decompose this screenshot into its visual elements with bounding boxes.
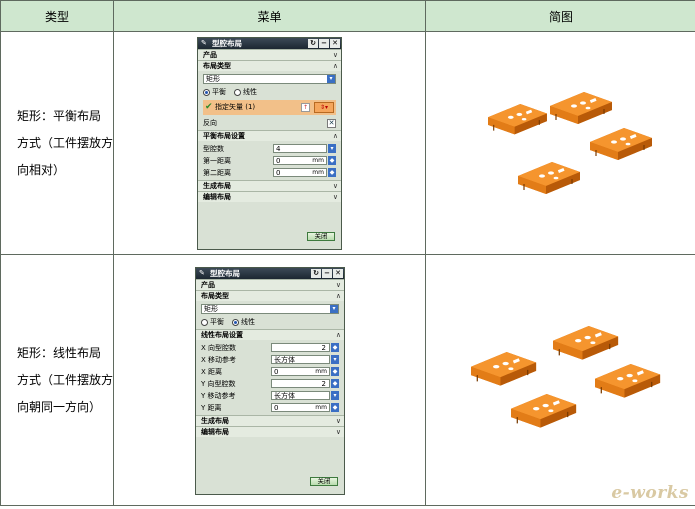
x-move-reference-select[interactable]: 长方体 xyxy=(271,355,330,364)
field-y-distance: Y 距离 0 mm ◆ xyxy=(201,403,339,412)
cavity-layout-dialog-linear: ✎ 型腔布局 ↻ − ✕ 产品 ∨ 布局类型 ∧ 矩形 ▾ 平衡 线性 线性布局设置 ∧… xyxy=(195,267,345,495)
dropdown-arrow-icon[interactable]: ▾ xyxy=(328,144,336,153)
x-distance-input[interactable]: 0 mm xyxy=(271,367,330,376)
dropdown-arrow-icon[interactable]: ▾ xyxy=(331,355,339,364)
field-cavity-count: 型腔数 4 ▾ xyxy=(203,143,336,154)
section-product[interactable]: 产品 ∨ xyxy=(196,279,344,290)
chevron-up-icon: ∧ xyxy=(332,132,338,140)
type-line: 向相对） xyxy=(17,162,66,177)
section-balanced-settings[interactable]: 平衡布局设置 ∧ xyxy=(198,130,341,141)
vector-dropdown-icon[interactable]: ⇕▾ xyxy=(314,102,334,113)
balanced-layout-picture xyxy=(476,84,655,204)
vector-dialog-icon[interactable]: ↑ xyxy=(301,103,310,112)
chevron-up-icon: ∧ xyxy=(332,62,338,70)
radio-balanced-label: 平衡 xyxy=(212,88,226,96)
layout-type-select[interactable]: 矩形 ▾ xyxy=(203,74,336,84)
reverse-label: 反向 xyxy=(203,119,217,127)
radio-linear-label: 线性 xyxy=(243,88,257,96)
y-cavity-count-input[interactable]: 2 xyxy=(271,379,330,388)
section-product[interactable]: 产品 ∨ xyxy=(198,49,341,60)
section-linear-settings[interactable]: 线性布局设置 ∧ xyxy=(196,329,344,340)
dialog-titlebar: ✎ 型腔布局 ↻ − ✕ xyxy=(196,268,344,279)
type-cell-balanced: 矩形：平衡布局 方式（工件摆放方 向相对） xyxy=(0,31,114,255)
close-icon[interactable]: ✕ xyxy=(330,39,340,48)
dialog-title: 型腔布局 xyxy=(210,269,240,278)
x-cavity-count-input[interactable]: 2 xyxy=(271,343,330,352)
radio-balanced-label: 平衡 xyxy=(210,318,224,326)
tool-icon: ✎ xyxy=(199,269,205,277)
dialog-titlebar: ✎ 型腔布局 ↻ − ✕ xyxy=(198,38,341,49)
dropdown-arrow-icon: ▾ xyxy=(330,305,338,313)
header-diagram: 简图 xyxy=(425,0,695,32)
linear-layout-parts xyxy=(470,325,661,429)
close-icon[interactable]: ✕ xyxy=(333,269,343,278)
section-generate-layout[interactable]: 生成布局 ∨ xyxy=(196,415,344,426)
dropdown-arrow-icon: ▾ xyxy=(327,75,335,83)
reset-icon[interactable]: ↻ xyxy=(308,39,318,48)
cavity-count-select[interactable]: 4 xyxy=(273,144,327,153)
radio-linear-label: 线性 xyxy=(241,318,255,326)
y-distance-input[interactable]: 0 mm xyxy=(271,403,330,412)
section-layout-type[interactable]: 布局类型 ∧ xyxy=(196,290,344,301)
spin-icon[interactable]: ◆ xyxy=(331,367,339,376)
balanced-layout-parts xyxy=(487,91,653,195)
minimize-icon[interactable]: − xyxy=(319,39,329,48)
header-menu: 菜单 xyxy=(113,0,426,32)
reset-icon[interactable]: ↻ xyxy=(311,269,321,278)
field-y-cavity-count: Y 向型腔数 2 ◆ xyxy=(201,379,339,388)
spin-icon[interactable]: ◆ xyxy=(331,343,339,352)
chevron-up-icon: ∧ xyxy=(335,292,341,300)
watermark-logo: e-works xyxy=(611,483,689,503)
section-edit-layout[interactable]: 编辑布局 ∨ xyxy=(198,191,341,202)
reverse-direction-icon[interactable]: ✕ xyxy=(327,118,336,128)
field-x-move-reference: X 移动参考 长方体 ▾ xyxy=(201,354,339,365)
spin-icon[interactable]: ◆ xyxy=(328,168,336,177)
close-button[interactable]: 关闭 xyxy=(310,477,338,486)
section-edit-layout[interactable]: 编辑布局 ∨ xyxy=(196,426,344,437)
type-cell-linear: 矩形：线性布局 方式（工件摆放方 向朝同一方向） xyxy=(0,254,114,506)
radio-linear[interactable] xyxy=(234,88,241,96)
radio-balanced[interactable] xyxy=(203,88,210,96)
field-first-distance: 第一距离 0 mm ◆ xyxy=(203,156,336,165)
type-line: 向朝同一方向） xyxy=(17,399,102,414)
cavity-layout-dialog-balanced: ✎ 型腔布局 ↻ − ✕ 产品 ∨ 布局类型 ∧ 矩形 ▾ 平衡 线性 ✔ 指定矢量 … xyxy=(197,37,342,250)
spin-icon[interactable]: ◆ xyxy=(328,156,336,165)
type-line: 方式（工件摆放方 xyxy=(17,135,114,150)
y-move-reference-select[interactable]: 长方体 xyxy=(271,391,330,400)
spin-icon[interactable]: ◆ xyxy=(331,403,339,412)
spin-icon[interactable]: ◆ xyxy=(331,379,339,388)
radio-balanced[interactable] xyxy=(201,318,208,326)
field-second-distance: 第二距离 0 mm ◆ xyxy=(203,168,336,177)
minimize-icon[interactable]: − xyxy=(322,269,332,278)
specify-vector-row[interactable]: ✔ 指定矢量 (1) ↑ ⇕▾ xyxy=(203,100,336,115)
check-icon: ✔ xyxy=(205,102,213,112)
first-distance-input[interactable]: 0 mm xyxy=(273,156,327,165)
section-layout-type[interactable]: 布局类型 ∧ xyxy=(198,60,341,71)
field-y-move-reference: Y 移动参考 长方体 ▾ xyxy=(201,390,339,401)
layout-type-select[interactable]: 矩形 ▾ xyxy=(201,304,339,314)
type-line: 矩形：平衡布局 xyxy=(17,108,102,123)
header-type: 类型 xyxy=(0,0,114,32)
chevron-down-icon: ∨ xyxy=(335,428,341,436)
radio-linear[interactable] xyxy=(232,318,239,326)
chevron-down-icon: ∨ xyxy=(332,193,338,201)
dialog-title: 型腔布局 xyxy=(212,39,242,48)
chevron-up-icon: ∧ xyxy=(335,331,341,339)
linear-layout-picture xyxy=(467,322,664,440)
dropdown-arrow-icon[interactable]: ▾ xyxy=(331,391,339,400)
field-x-distance: X 距离 0 mm ◆ xyxy=(201,367,339,376)
type-line: 方式（工件摆放方 xyxy=(17,372,114,387)
section-generate-layout[interactable]: 生成布局 ∨ xyxy=(198,180,341,191)
second-distance-input[interactable]: 0 mm xyxy=(273,168,327,177)
type-line: 矩形：线性布局 xyxy=(17,345,102,360)
field-x-cavity-count: X 向型腔数 2 ◆ xyxy=(201,343,339,352)
close-button[interactable]: 关闭 xyxy=(307,232,335,241)
tool-icon: ✎ xyxy=(201,39,207,47)
